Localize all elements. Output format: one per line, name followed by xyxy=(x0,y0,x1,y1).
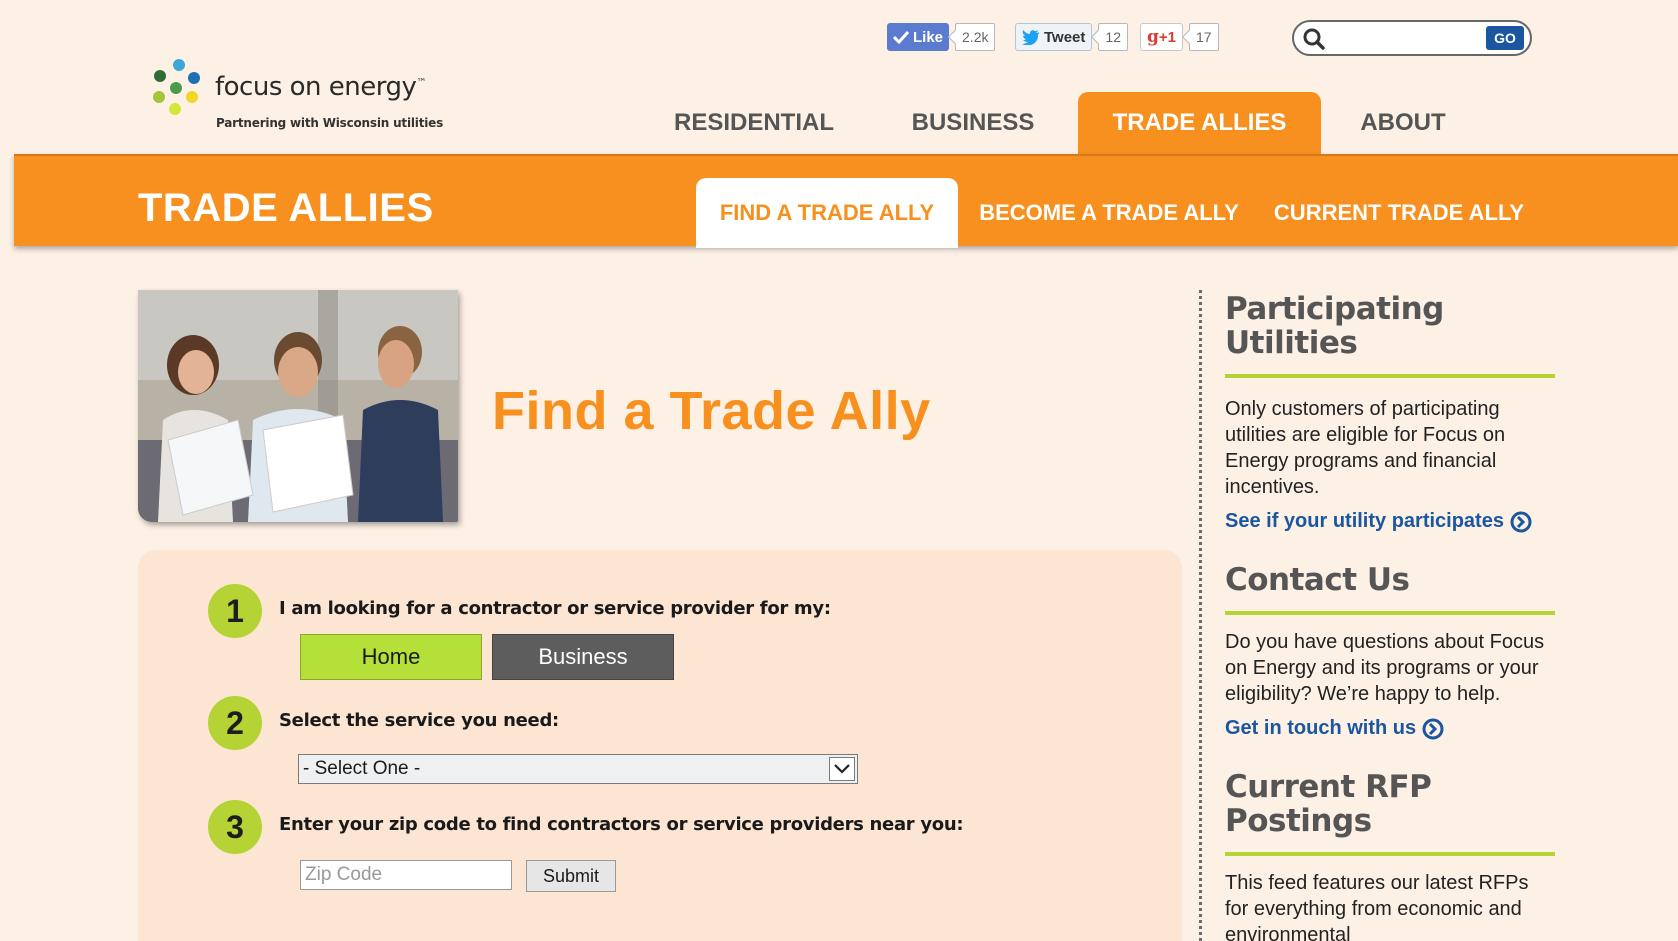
business-button[interactable]: Business xyxy=(492,634,674,680)
subnav-current-trade-ally[interactable]: CURRENT TRADE ALLY xyxy=(1264,178,1534,248)
logo-title: focus on energy™ xyxy=(215,72,426,102)
search-icon xyxy=(1303,28,1325,50)
page: focus on energy™ Partnering with Wiscons… xyxy=(14,0,1678,941)
utilities-link-label: See if your utility participates xyxy=(1225,510,1504,532)
page-title: Find a Trade Ally xyxy=(492,381,931,441)
service-select[interactable]: - Select One - xyxy=(298,754,858,784)
facebook-like-widget: Like 2.2k xyxy=(887,23,996,51)
nav-business[interactable]: BUSINESS xyxy=(894,92,1052,154)
nav-trade-allies[interactable]: TRADE ALLIES xyxy=(1078,92,1321,154)
step-3-badge: 3 xyxy=(208,800,262,854)
chevron-down-icon[interactable] xyxy=(829,757,855,781)
google-plus-widget: g +1 17 xyxy=(1140,23,1219,51)
section-rule xyxy=(1225,374,1555,378)
facebook-like-button[interactable]: Like xyxy=(887,23,950,51)
section-rule xyxy=(1225,852,1555,856)
rfp-text: This feed features our latest RFPs for e… xyxy=(1225,872,1529,941)
google-plus-icon: g xyxy=(1147,27,1159,47)
tweet-count: 12 xyxy=(1098,23,1128,51)
site-header: focus on energy™ Partnering with Wiscons… xyxy=(14,0,1678,154)
subnav-find-a-trade-ally[interactable]: FIND A TRADE ALLY xyxy=(696,178,958,248)
subnav-become-a-trade-ally[interactable]: BECOME A TRADE ALLY xyxy=(968,178,1250,248)
like-count: 2.2k xyxy=(955,23,996,51)
contact-text: Do you have questions about Focus on Ene… xyxy=(1225,631,1545,705)
like-label: Like xyxy=(913,28,944,46)
circle-arrow-right-icon xyxy=(1422,718,1444,739)
checkmark-icon xyxy=(893,30,909,44)
gplus-label: +1 xyxy=(1158,28,1176,46)
step-2-badge: 2 xyxy=(208,696,262,750)
logo-dots-icon xyxy=(153,59,200,115)
hero-photo xyxy=(138,290,458,522)
step-3-label: Enter your zip code to find contractors … xyxy=(279,814,964,835)
search-input[interactable] xyxy=(1330,26,1472,50)
tweet-label: Tweet xyxy=(1044,28,1086,46)
circle-arrow-right-icon xyxy=(1510,511,1532,532)
tweet-button[interactable]: Tweet xyxy=(1015,23,1093,51)
people-reviewing-documents-image xyxy=(138,290,458,522)
focus-on-energy-logo[interactable]: focus on energy™ Partnering with Wiscons… xyxy=(146,58,446,138)
logo-tagline: Partnering with Wisconsin utilities xyxy=(216,116,444,130)
search-go-button[interactable]: GO xyxy=(1486,26,1524,50)
step-2-label: Select the service you need: xyxy=(279,710,559,731)
step-1-label: I am looking for a contractor or service… xyxy=(279,598,831,619)
get-in-touch-link[interactable]: Get in touch with us xyxy=(1225,717,1555,740)
sidebar-divider xyxy=(1199,290,1202,941)
step-1-badge: 1 xyxy=(208,584,262,638)
home-button[interactable]: Home xyxy=(300,634,482,680)
gplus-count: 17 xyxy=(1189,23,1219,51)
service-select-value: - Select One - xyxy=(303,758,421,779)
contact-us-heading: Contact Us xyxy=(1225,562,1410,598)
google-plus-button[interactable]: g +1 xyxy=(1140,23,1183,51)
section-rule xyxy=(1225,611,1555,615)
sidebar: Participating Utilities Only customers o… xyxy=(1225,290,1555,941)
site-search: GO xyxy=(1292,20,1532,56)
utilities-heading-line1: Participating xyxy=(1225,291,1444,327)
participating-utilities-heading: Participating Utilities xyxy=(1225,292,1555,360)
utilities-heading-line2: Utilities xyxy=(1225,325,1358,361)
contact-link-label: Get in touch with us xyxy=(1225,717,1417,739)
current-rfp-postings-heading: Current RFP Postings xyxy=(1225,769,1432,839)
find-trade-ally-form: 1 I am looking for a contractor or servi… xyxy=(138,550,1182,941)
nav-about[interactable]: ABOUT xyxy=(1344,92,1462,154)
nav-residential[interactable]: RESIDENTIAL xyxy=(664,92,844,154)
submit-button[interactable]: Submit xyxy=(526,860,616,892)
see-if-utility-participates-link[interactable]: See if your utility participates xyxy=(1225,510,1555,533)
twitter-bird-icon xyxy=(1022,29,1039,45)
section-title: TRADE ALLIES xyxy=(138,186,434,230)
utilities-text: Only customers of participating utilitie… xyxy=(1225,398,1506,498)
zip-code-input[interactable] xyxy=(300,860,512,890)
section-bar: TRADE ALLIES FIND A TRADE ALLY BECOME A … xyxy=(14,154,1678,248)
tweet-widget: Tweet 12 xyxy=(1015,23,1128,51)
